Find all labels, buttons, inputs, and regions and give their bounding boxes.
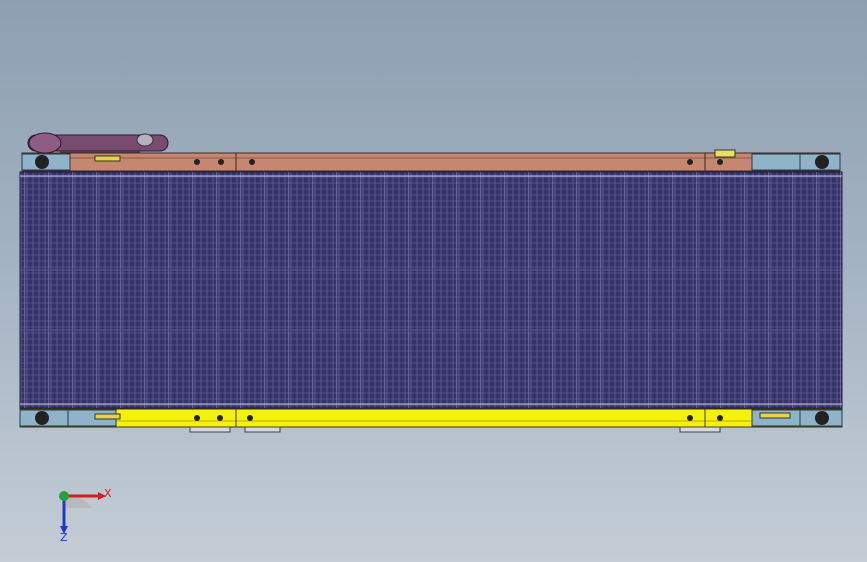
bottom-side-rail[interactable] (19, 408, 843, 433)
coordinate-triad: X Z (40, 480, 120, 550)
mesh-belt[interactable] (19, 171, 843, 409)
conveyor-model[interactable] (0, 0, 867, 562)
x-axis-label: X (104, 487, 112, 500)
z-axis-label: Z (60, 531, 68, 544)
top-side-rail[interactable] (21, 149, 841, 172)
cad-viewport[interactable]: X Z (0, 0, 867, 562)
